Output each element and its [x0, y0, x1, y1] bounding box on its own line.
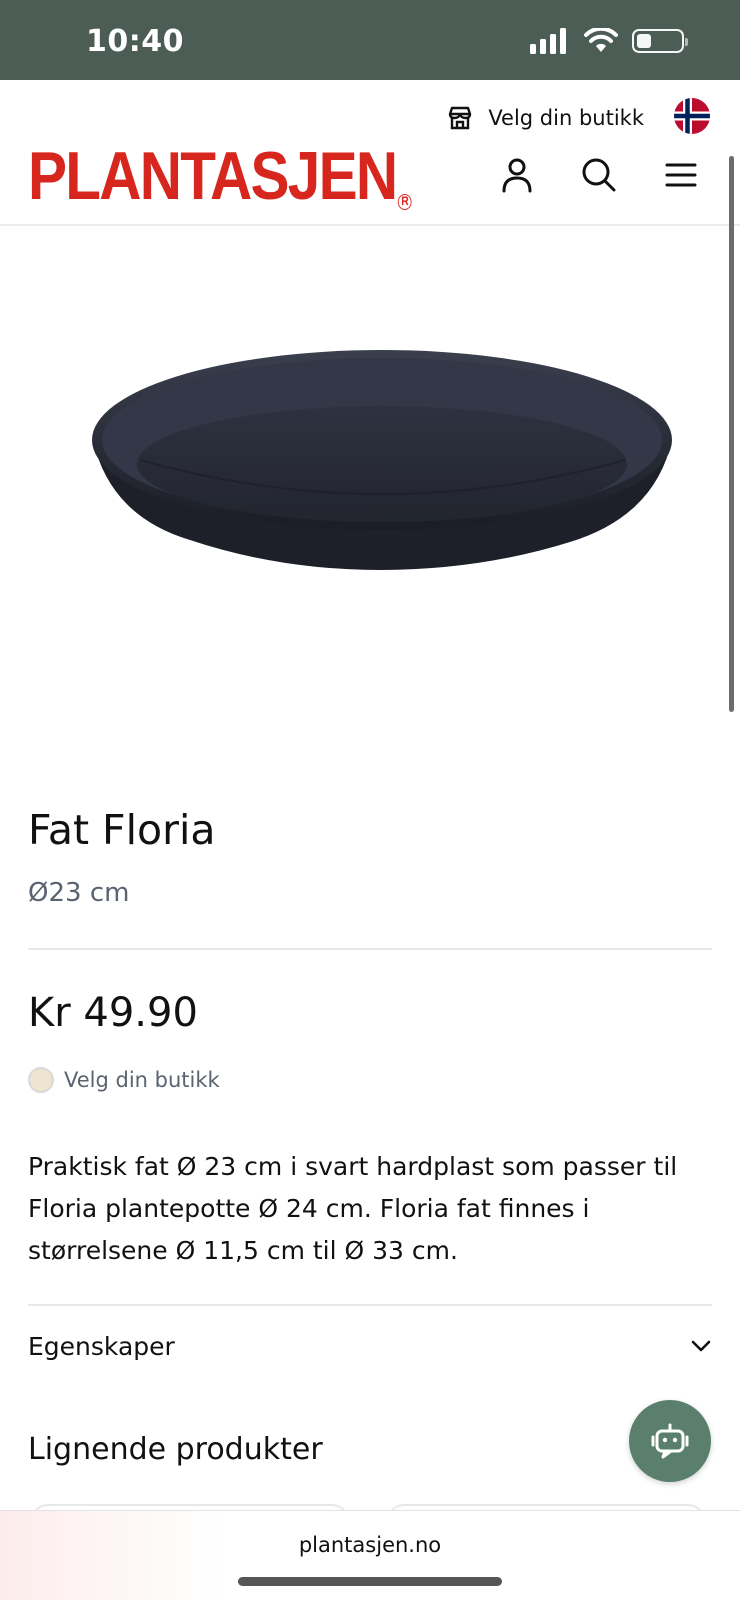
- home-indicator[interactable]: [238, 1577, 502, 1586]
- chat-assistant-button[interactable]: [629, 1400, 711, 1482]
- norway-flag-icon[interactable]: [674, 98, 710, 134]
- store-availability-label: Velg din butikk: [64, 1068, 220, 1092]
- properties-accordion-label: Egenskaper: [28, 1331, 175, 1361]
- chevron-down-icon: [691, 1340, 711, 1352]
- menu-icon: [665, 163, 697, 187]
- properties-accordion[interactable]: Egenskaper: [28, 1306, 712, 1386]
- battery-icon: [632, 29, 688, 53]
- divider: [28, 948, 712, 950]
- status-bar: 10:40: [0, 0, 740, 80]
- logo-text: PLANTASJEN: [28, 138, 398, 214]
- account-button[interactable]: [498, 156, 536, 194]
- chatbot-icon: [651, 1423, 689, 1459]
- cellular-signal-icon: [530, 28, 566, 54]
- store-availability[interactable]: Velg din butikk: [28, 1067, 220, 1093]
- wifi-icon: [584, 28, 618, 52]
- product-image[interactable]: [0, 228, 740, 748]
- header-actions: [498, 156, 700, 194]
- menu-button[interactable]: [662, 156, 700, 194]
- search-icon: [582, 158, 616, 192]
- browser-url: plantasjen.no: [298, 1533, 442, 1557]
- product-price: Kr 49.90: [28, 990, 198, 1036]
- store-icon: [449, 106, 472, 130]
- status-time: 10:40: [86, 24, 184, 59]
- status-icons: [530, 28, 688, 54]
- plantasjen-logo[interactable]: PLANTASJEN R: [28, 142, 412, 210]
- choose-store-label: Velg din butikk: [488, 106, 644, 130]
- search-button[interactable]: [580, 156, 618, 194]
- product-description: Praktisk fat Ø 23 cm i svart hardplast s…: [28, 1152, 678, 1265]
- site-header: Velg din butikk PLANTASJEN R: [0, 80, 740, 226]
- product-title: Fat Floria: [28, 806, 216, 854]
- product-size: Ø23 cm: [28, 878, 130, 908]
- choose-store-link[interactable]: Velg din butikk: [446, 104, 644, 132]
- browser-address-bar[interactable]: plantasjen.no: [0, 1510, 740, 1600]
- registered-mark-icon: R: [398, 194, 412, 210]
- user-icon: [502, 158, 532, 193]
- store-status-dot: [28, 1067, 54, 1093]
- related-products-heading: Lignende produkter: [28, 1432, 323, 1467]
